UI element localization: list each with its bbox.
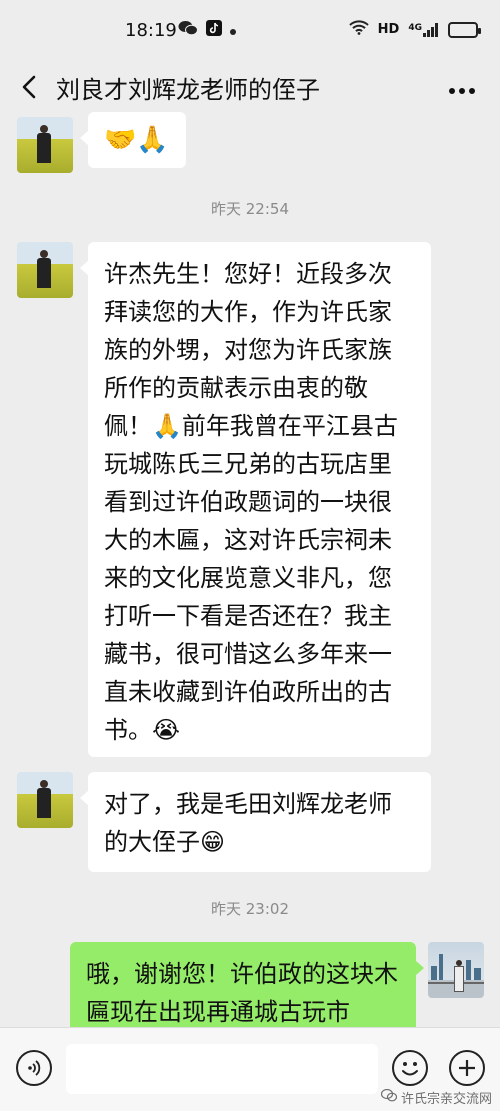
network-hd-label: HD (377, 22, 400, 37)
message-bubble[interactable]: 对了，我是毛田刘辉龙老师的大侄子😁 (80, 772, 431, 872)
notification-dot-icon (230, 21, 236, 39)
my-avatar[interactable] (428, 942, 484, 998)
message-bubble[interactable]: 许杰先生！您好！近段多次拜读您的大作，作为许氏家族的外甥，对您为许氏家族所作的贡… (80, 242, 431, 757)
tiktok-icon (206, 20, 222, 40)
watermark: 许氏宗亲交流网 (380, 1088, 492, 1107)
status-bar: 18:19 HD 4G (0, 0, 500, 62)
voice-icon[interactable] (16, 1050, 52, 1086)
contact-avatar[interactable] (17, 242, 73, 298)
message-list[interactable]: 🤝🙏 昨天 22:54 许杰先生！您好！近段多次拜读您的大作，作为许氏家族的外甥… (0, 112, 500, 1027)
chevron-left-icon[interactable] (16, 72, 44, 102)
message-text: 对了，我是毛田刘辉龙老师的大侄子😁 (104, 790, 392, 856)
chat-header: 刘良才刘辉龙老师的侄子 (0, 62, 500, 112)
message-text: 🤝🙏 (104, 125, 169, 155)
status-notification-icons (178, 20, 236, 40)
message-bubble[interactable]: 🤝🙏 (80, 112, 186, 168)
emoji-icon[interactable] (392, 1050, 428, 1086)
signal-4g-label: 4G (408, 22, 422, 33)
wechat-channel-icon (380, 1088, 398, 1106)
more-dots-icon[interactable] (448, 74, 476, 100)
message-bubble[interactable]: 哦，谢谢您！许伯政的这块木匾现在出现再通城古玩市 (70, 942, 424, 1027)
chat-title: 刘良才刘辉龙老师的侄子 (56, 76, 320, 104)
wechat-icon (178, 20, 198, 40)
contact-avatar[interactable] (17, 117, 73, 173)
watermark-text: 许氏宗亲交流网 (400, 1092, 492, 1107)
status-time: 18:19 (125, 20, 177, 41)
contact-avatar[interactable] (17, 772, 73, 828)
status-system-icons: HD 4G (348, 20, 481, 39)
plus-icon[interactable] (449, 1050, 485, 1086)
message-input[interactable] (66, 1044, 378, 1094)
input-bar: 许氏宗亲交流网 (0, 1027, 500, 1111)
signal-icon: 4G (408, 22, 439, 37)
battery-icon (448, 21, 481, 38)
message-timestamp: 昨天 22:54 (211, 200, 289, 218)
message-text: 许杰先生！您好！近段多次拜读您的大作，作为许氏家族的外甥，对您为许氏家族所作的贡… (104, 260, 398, 744)
wifi-icon (348, 20, 369, 39)
message-timestamp: 昨天 23:02 (211, 900, 289, 918)
message-text: 哦，谢谢您！许伯政的这块木匾现在出现再通城古玩市 (86, 960, 398, 1026)
